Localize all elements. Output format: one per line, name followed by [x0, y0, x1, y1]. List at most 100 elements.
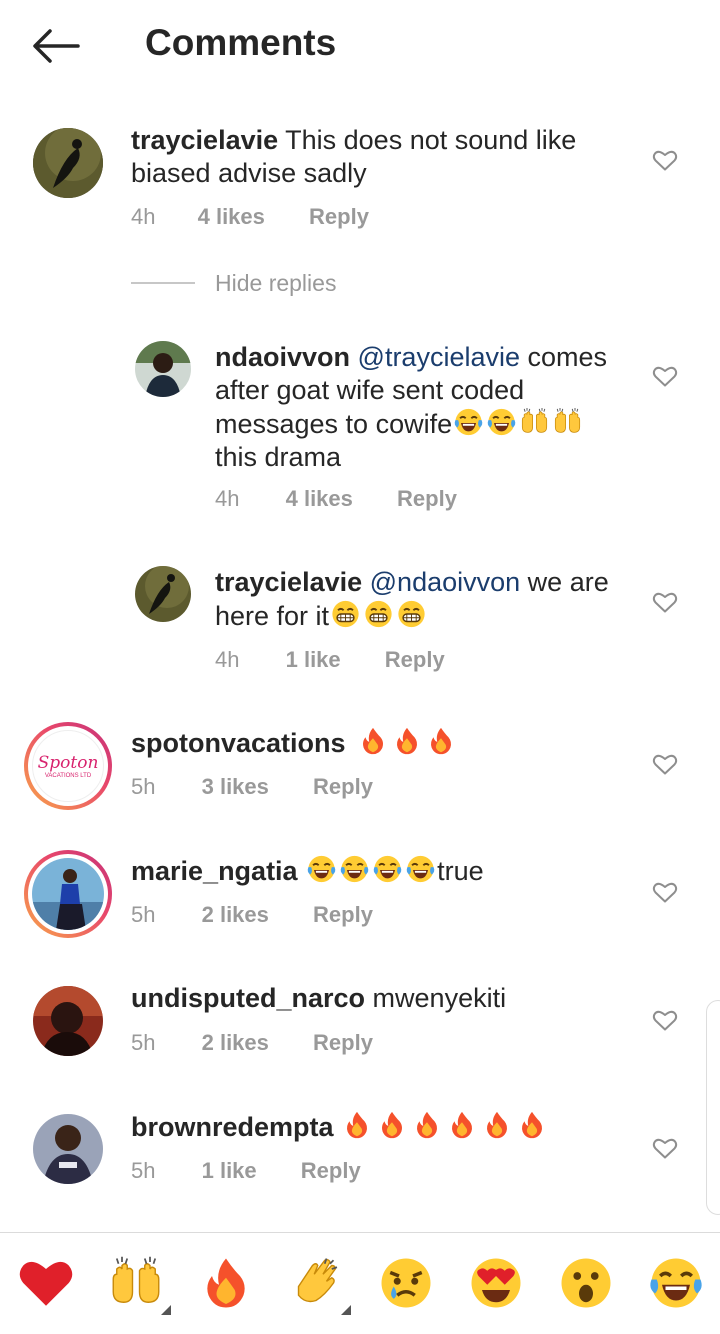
heart-eyes-face-icon[interactable] — [468, 1255, 524, 1311]
comment-text: traycielavie This does not sound like bi… — [131, 124, 631, 190]
comment-body-end: this drama — [215, 442, 342, 472]
username[interactable]: undisputed_narco — [131, 983, 365, 1013]
likes-count[interactable]: 4 likes — [198, 204, 265, 230]
avatar — [32, 858, 104, 930]
tears-of-joy-emoji — [371, 854, 404, 884]
story-ring-avatar[interactable] — [24, 850, 112, 938]
avatar-brand-subtext: VACATIONS LTD — [44, 773, 92, 779]
fire-emoji — [391, 726, 423, 756]
grinning-emoji — [362, 599, 395, 629]
fire-emoji — [341, 1110, 373, 1140]
tears-of-joy-face-icon[interactable] — [648, 1255, 704, 1311]
grinning-emoji — [395, 599, 428, 629]
comment-meta: 4h 4 likes Reply — [131, 204, 369, 230]
raising-hands-icon[interactable] — [108, 1255, 164, 1311]
like-heart-icon[interactable] — [652, 1008, 678, 1032]
username[interactable]: spotonvacations — [131, 728, 346, 758]
likes-count[interactable]: 2 likes — [202, 1030, 269, 1056]
back-arrow-icon[interactable] — [30, 26, 82, 66]
likes-count[interactable]: 3 likes — [202, 774, 269, 800]
fire-emoji — [516, 1110, 548, 1140]
comment-text: ndaoivvon @traycielavie comes after goat… — [215, 341, 625, 474]
like-heart-icon[interactable] — [652, 590, 678, 614]
like-heart-icon[interactable] — [652, 364, 678, 388]
avatar[interactable] — [135, 566, 191, 622]
grinning-emoji — [329, 599, 362, 629]
comment-item: traycielavie This does not sound like bi… — [0, 120, 720, 240]
mention-link[interactable]: @traycielavie — [358, 342, 520, 372]
comment-item: Spoton VACATIONS LTD spotonvacations 5h … — [0, 722, 720, 822]
timestamp: 5h — [131, 774, 156, 799]
comment-meta: 5h 2 likes Reply — [131, 902, 373, 928]
like-heart-icon[interactable] — [652, 880, 678, 904]
scroll-handle[interactable] — [706, 1000, 720, 1215]
fire-emoji — [481, 1110, 513, 1140]
comment-item: brownredempta 5h 1 like Reply — [0, 1106, 720, 1206]
avatar[interactable] — [33, 1114, 103, 1184]
reply-button[interactable]: Reply — [301, 1158, 361, 1184]
tears-of-joy-emoji — [452, 407, 485, 437]
tears-of-joy-emoji — [305, 854, 338, 884]
clapping-hands-icon[interactable] — [288, 1255, 344, 1311]
likes-count[interactable]: 1 like — [286, 647, 341, 673]
divider — [131, 282, 195, 284]
story-ring-avatar[interactable]: Spoton VACATIONS LTD — [24, 722, 112, 810]
avatar[interactable] — [33, 128, 103, 198]
reply-button[interactable]: Reply — [313, 902, 373, 928]
reply-button[interactable]: Reply — [313, 774, 373, 800]
comment-meta: 4h 4 likes Reply — [215, 486, 457, 512]
reply-item: ndaoivvon @traycielavie comes after goat… — [0, 336, 720, 526]
likes-count[interactable]: 1 like — [202, 1158, 257, 1184]
comment-meta: 4h 1 like Reply — [215, 647, 445, 673]
reply-button[interactable]: Reply — [397, 486, 457, 512]
likes-count[interactable]: 2 likes — [202, 902, 269, 928]
timestamp: 5h — [131, 1158, 156, 1183]
skin-tone-indicator-icon — [161, 1305, 171, 1315]
timestamp: 4h — [215, 647, 240, 672]
quick-reaction-bar — [0, 1232, 720, 1334]
like-heart-icon[interactable] — [652, 1136, 678, 1160]
avatar[interactable] — [33, 986, 103, 1056]
username[interactable]: marie_ngatia — [131, 856, 298, 886]
tears-of-joy-emoji — [404, 854, 437, 884]
username[interactable]: brownredempta — [131, 1112, 334, 1142]
comment-meta: 5h 3 likes Reply — [131, 774, 373, 800]
raising-hands-emoji — [551, 407, 584, 437]
reply-button[interactable]: Reply — [309, 204, 369, 230]
fire-icon[interactable] — [198, 1255, 254, 1311]
comment-meta: 5h 2 likes Reply — [131, 1030, 373, 1056]
skin-tone-indicator-icon — [341, 1305, 351, 1315]
fire-emoji — [411, 1110, 443, 1140]
username[interactable]: traycielavie — [215, 567, 362, 597]
username[interactable]: ndaoivvon — [215, 342, 350, 372]
timestamp: 5h — [131, 902, 156, 927]
like-heart-icon[interactable] — [652, 752, 678, 776]
fire-emoji — [446, 1110, 478, 1140]
mention-link[interactable]: @ndaoivvon — [370, 567, 521, 597]
comment-text: traycielavie @ndaoivvon we are here for … — [215, 566, 625, 633]
hide-replies-label[interactable]: Hide replies — [215, 270, 336, 297]
likes-count[interactable]: 4 likes — [286, 486, 353, 512]
timestamp: 4h — [131, 204, 156, 229]
comment-text: marie_ngatia true — [131, 854, 631, 888]
raising-hands-emoji — [518, 407, 551, 437]
sad-tear-face-icon[interactable] — [378, 1255, 434, 1311]
reply-button[interactable]: Reply — [385, 647, 445, 673]
comment-body: mwenyekiti — [372, 983, 507, 1013]
comment-text: spotonvacations — [131, 726, 631, 760]
page-title: Comments — [145, 22, 337, 63]
username[interactable]: traycielavie — [131, 125, 278, 155]
avatar[interactable] — [135, 341, 191, 397]
comment-text: brownredempta — [131, 1110, 631, 1144]
comment-meta: 5h 1 like Reply — [131, 1158, 361, 1184]
timestamp: 5h — [131, 1030, 156, 1055]
like-heart-icon[interactable] — [652, 148, 678, 172]
red-heart-icon[interactable] — [18, 1255, 74, 1311]
top-bar: Comments — [0, 0, 720, 92]
reply-button[interactable]: Reply — [313, 1030, 373, 1056]
avatar-brand-text: Spoton — [37, 753, 99, 773]
astonished-face-icon[interactable] — [558, 1255, 614, 1311]
tears-of-joy-emoji — [338, 854, 371, 884]
comment-text: undisputed_narco mwenyekiti — [131, 982, 631, 1015]
tears-of-joy-emoji — [485, 407, 518, 437]
